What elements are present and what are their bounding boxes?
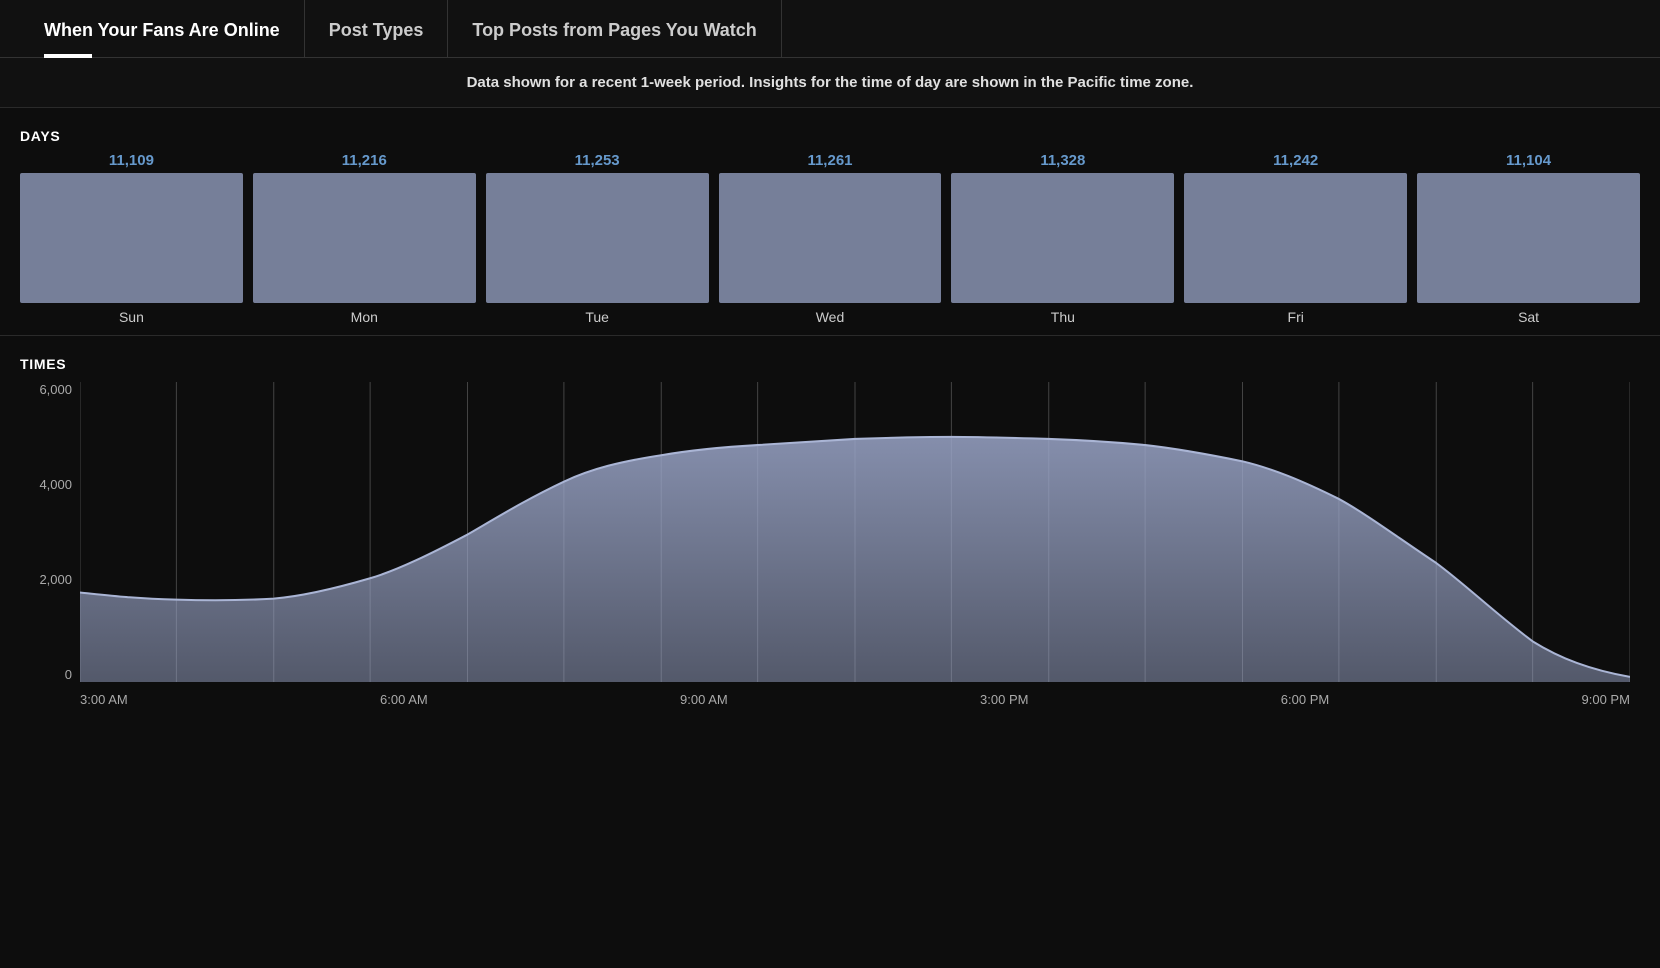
- days-grid: 11,109 Sun 11,216 Mon 11,253 Tue 11,261 …: [20, 152, 1640, 325]
- day-name: Sat: [1518, 309, 1539, 325]
- day-bar: [1417, 173, 1640, 303]
- day-name: Wed: [816, 309, 845, 325]
- y-label: 6,000: [39, 382, 72, 397]
- day-name: Sun: [119, 309, 144, 325]
- day-col-thu: 11,328 Thu: [951, 152, 1174, 325]
- x-label: 3:00 AM: [80, 692, 128, 707]
- day-value: 11,216: [342, 152, 387, 169]
- days-section: DAYS 11,109 Sun 11,216 Mon 11,253 Tue 11…: [0, 108, 1660, 336]
- line-chart: [80, 382, 1630, 682]
- y-label: 0: [65, 667, 72, 682]
- day-col-wed: 11,261 Wed: [719, 152, 942, 325]
- x-label: 9:00 PM: [1582, 692, 1630, 707]
- day-value: 11,242: [1273, 152, 1318, 169]
- day-col-mon: 11,216 Mon: [253, 152, 476, 325]
- x-label: 6:00 AM: [380, 692, 428, 707]
- day-bar: [719, 173, 942, 303]
- day-col-sun: 11,109 Sun: [20, 152, 243, 325]
- day-name: Tue: [585, 309, 609, 325]
- day-name: Thu: [1051, 309, 1075, 325]
- tab-top-posts[interactable]: Top Posts from Pages You Watch: [448, 0, 781, 57]
- day-value: 11,253: [575, 152, 620, 169]
- day-value: 11,261: [807, 152, 852, 169]
- day-col-fri: 11,242 Fri: [1184, 152, 1407, 325]
- tab-when-fans-online[interactable]: When Your Fans Are Online: [20, 0, 305, 57]
- day-value: 11,109: [109, 152, 154, 169]
- times-label: TIMES: [20, 356, 1640, 372]
- day-bar: [951, 173, 1174, 303]
- tab-post-types[interactable]: Post Types: [305, 0, 449, 57]
- times-section: TIMES 6,000 4,000 2,000 0: [0, 336, 1660, 742]
- day-name: Mon: [351, 309, 378, 325]
- x-label: 3:00 PM: [980, 692, 1028, 707]
- day-value: 11,328: [1040, 152, 1085, 169]
- day-value: 11,104: [1506, 152, 1551, 169]
- y-label: 2,000: [39, 572, 72, 587]
- info-bar: Data shown for a recent 1-week period. I…: [0, 58, 1660, 108]
- day-name: Fri: [1288, 309, 1304, 325]
- x-label: 6:00 PM: [1281, 692, 1329, 707]
- y-label: 4,000: [39, 477, 72, 492]
- tab-bar: When Your Fans Are Online Post Types Top…: [0, 0, 1660, 58]
- day-bar: [1184, 173, 1407, 303]
- day-bar: [486, 173, 709, 303]
- chart-area: 6,000 4,000 2,000 0: [20, 382, 1640, 722]
- days-label: DAYS: [20, 128, 1640, 144]
- day-bar: [20, 173, 243, 303]
- day-col-sat: 11,104 Sat: [1417, 152, 1640, 325]
- y-axis: 6,000 4,000 2,000 0: [20, 382, 80, 682]
- x-axis: 3:00 AM 6:00 AM 9:00 AM 3:00 PM 6:00 PM 9:00 …: [80, 686, 1630, 722]
- x-label: 9:00 AM: [680, 692, 728, 707]
- day-bar: [253, 173, 476, 303]
- day-col-tue: 11,253 Tue: [486, 152, 709, 325]
- chart-inner: [80, 382, 1630, 682]
